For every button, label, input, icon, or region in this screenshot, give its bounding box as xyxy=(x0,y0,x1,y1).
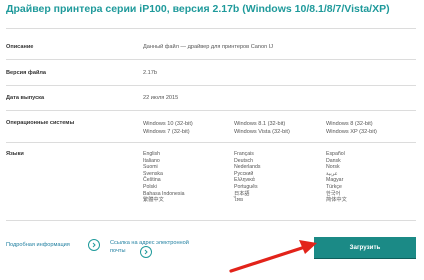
download-button[interactable]: Загрузить xyxy=(314,237,416,258)
language-item: 简体中文 xyxy=(326,197,347,204)
language-item: Español xyxy=(326,151,345,157)
language-item: Français xyxy=(234,151,254,157)
os-item: Windows 8 (32-bit) xyxy=(326,121,373,127)
chevron-right-icon xyxy=(92,242,96,248)
os-item: Windows XP (32-bit) xyxy=(326,129,377,135)
divider xyxy=(6,220,416,221)
os-column: Windows 10 (32-bit) Windows 7 (32-bit) xyxy=(143,120,193,136)
os-item: Windows 10 (32-bit) xyxy=(143,121,193,127)
languages-label: Языки xyxy=(6,151,24,157)
language-column: Français Deutsch Nederlands Русский Ελλη… xyxy=(234,151,261,204)
language-item: Dansk xyxy=(326,157,341,164)
description-label: Описание xyxy=(6,44,34,50)
language-item: Norsk xyxy=(326,164,340,171)
language-item: Polski xyxy=(143,183,157,190)
os-item: Windows 8.1 (32-bit) xyxy=(234,121,286,127)
language-item: 繁體中文 xyxy=(143,197,164,204)
chevron-right-icon xyxy=(144,249,148,255)
language-column: Español Dansk Norsk عربية Magyar Türkçe … xyxy=(326,151,347,204)
divider xyxy=(6,110,416,111)
divider xyxy=(6,142,416,143)
language-item: Deutsch xyxy=(234,157,254,164)
release-value: 22 июля 2015 xyxy=(143,95,179,101)
email-link-chevron-button[interactable] xyxy=(140,246,152,258)
os-column: Windows 8.1 (32-bit) Windows Vista (32-b… xyxy=(234,120,290,136)
description-value: Данный файл — драйвер для принтеров Cano… xyxy=(143,44,274,50)
page-title: Драйвер принтера серии iP100, версия 2.1… xyxy=(6,3,390,15)
divider xyxy=(6,59,416,60)
release-label: Дата выпуска xyxy=(6,95,45,101)
divider xyxy=(6,85,416,86)
language-item: عربية xyxy=(326,170,338,177)
red-arrow-annotation-icon xyxy=(229,240,317,273)
language-item: Nederlands xyxy=(234,164,261,171)
email-link-line: Ссылка на адрес электронной xyxy=(110,240,189,246)
language-item: ไทย xyxy=(234,197,244,204)
language-column: English Italiano Suomi Svenska Čeština P… xyxy=(143,151,185,204)
os-item: Windows Vista (32-bit) xyxy=(234,129,290,135)
language-item: English xyxy=(143,151,161,157)
divider xyxy=(6,28,416,29)
language-item: Suomi xyxy=(143,164,158,171)
more-info-chevron-button[interactable] xyxy=(88,239,100,251)
language-item: Magyar xyxy=(326,177,344,184)
os-column: Windows 8 (32-bit) Windows XP (32-bit) xyxy=(326,120,377,136)
language-item: Português xyxy=(234,183,258,190)
language-item: Ελληνικά xyxy=(234,177,255,184)
version-value: 2.17b xyxy=(143,70,157,76)
version-label: Версия файла xyxy=(6,70,47,76)
language-item: Italiano xyxy=(143,157,160,164)
more-info-link[interactable]: Подробная информация xyxy=(6,242,70,248)
language-item: Čeština xyxy=(143,177,161,184)
os-label: Операционные системы xyxy=(6,120,75,126)
os-item: Windows 7 (32-bit) xyxy=(143,129,190,135)
language-item: Türkçe xyxy=(326,183,342,190)
